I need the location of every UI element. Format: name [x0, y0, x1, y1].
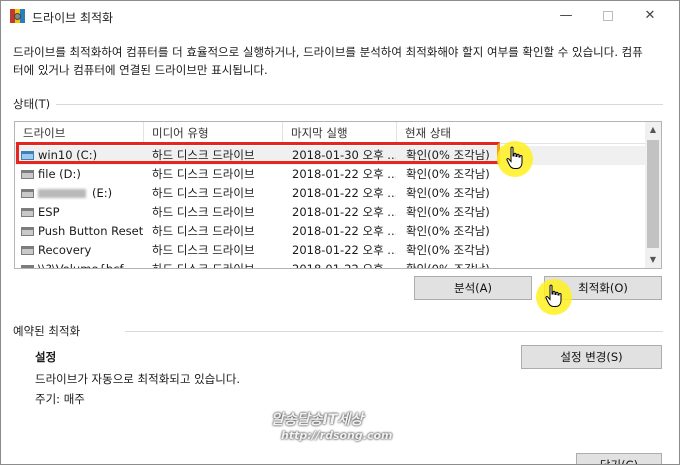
drive-media-type: 하드 디스크 드라이브 — [152, 224, 255, 238]
hand-pointer-icon — [536, 279, 572, 315]
drive-media-type: 하드 디스크 드라이브 — [152, 167, 255, 181]
drive-last-run: 2018-01-22 오후 ... — [292, 243, 396, 257]
divider — [125, 331, 663, 332]
drive-status: 확인(0% 조각남) — [406, 224, 490, 238]
drive-media-type: 하드 디스크 드라이브 — [152, 262, 255, 269]
divider — [56, 104, 663, 105]
watermark-title: 알송달송IT세상 — [271, 412, 364, 428]
drive-last-run: 2018-01-22 오후 ... — [292, 205, 396, 219]
maximize-button[interactable] — [593, 5, 623, 27]
title-bar: 드라이브 최적화 — ✕ — [1, 1, 679, 31]
drive-row[interactable]: (E:) 하드 디스크 드라이브 2018-01-22 오후 ... 확인(0%… — [15, 184, 645, 203]
watermark-url: http://rdsong.com — [281, 429, 393, 442]
settings-heading: 설정 — [35, 350, 57, 364]
vertical-scrollbar[interactable]: ▲ ▼ — [645, 122, 661, 268]
drive-status: 확인(0% 조각남) — [406, 205, 490, 219]
drive-status: 확인(0% 조각남) — [406, 243, 490, 257]
maximize-icon — [603, 10, 613, 21]
drive-last-run: 2018-01-22 오후 ... — [292, 167, 396, 181]
minimize-button[interactable]: — — [551, 5, 581, 27]
window-title: 드라이브 최적화 — [32, 11, 114, 25]
drive-row[interactable]: Push Button Reset 하드 디스크 드라이브 2018-01-22… — [15, 222, 645, 241]
drive-name: Push Button Reset — [38, 224, 144, 238]
hand-pointer-icon — [497, 141, 533, 177]
drive-status: 확인(0% 조각남) — [406, 167, 490, 181]
column-header-status[interactable]: 현재 상태 — [397, 122, 645, 144]
drive-media-type: 하드 디스크 드라이브 — [152, 243, 255, 257]
status-section-label: 상태(T) — [13, 97, 51, 111]
drive-list-header: 드라이브 미디어 유형 마지막 실행 현재 상태 — [15, 122, 645, 144]
drive-name-redacted: (E:) — [19, 184, 145, 203]
watermark: 알송달송IT세상 http://rdsong.com — [271, 409, 392, 442]
column-header-last-run[interactable]: 마지막 실행 — [283, 122, 397, 144]
selection-highlight-annotation — [16, 142, 500, 164]
drive-name: \\?\Volume{bcf... — [38, 262, 134, 269]
drive-row[interactable]: Recovery 하드 디스크 드라이브 2018-01-22 오후 ... 확… — [15, 241, 645, 260]
drive-media-type: 하드 디스크 드라이브 — [152, 186, 255, 200]
scroll-thumb[interactable] — [647, 140, 659, 248]
close-window-button[interactable]: ✕ — [635, 5, 665, 27]
drive-row[interactable]: \\?\Volume{bcf... 하드 디스크 드라이브 2018-01-22… — [15, 260, 645, 269]
scheduled-optimization-label: 예약된 최적화 — [13, 324, 81, 338]
column-header-media-type[interactable]: 미디어 유형 — [144, 122, 283, 144]
scroll-up-icon[interactable]: ▲ — [645, 122, 661, 138]
drive-name: ESP — [38, 205, 60, 219]
defrag-app-icon — [10, 9, 25, 23]
drive-optimizer-window: 드라이브 최적화 — ✕ 드라이브를 최적화하여 컴퓨터를 더 효율적으로 실행… — [0, 0, 680, 465]
drive-status: 확인(0% 조각남) — [406, 186, 490, 200]
drive-name: Recovery — [38, 243, 92, 257]
drive-media-type: 하드 디스크 드라이브 — [152, 205, 255, 219]
description-text: 드라이브를 최적화하여 컴퓨터를 더 효율적으로 실행하거나, 드라이브를 분석… — [13, 45, 643, 77]
drive-name: (E:) — [92, 186, 113, 200]
schedule-status-text: 드라이브가 자동으로 최적화되고 있습니다. — [35, 372, 241, 386]
drive-last-run: 2018-01-22 오후 ... — [292, 262, 396, 269]
drive-last-run: 2018-01-22 오후 ... — [292, 186, 396, 200]
drive-last-run: 2018-01-22 오후 ... — [292, 224, 396, 238]
schedule-frequency: 주기: 매주 — [35, 392, 85, 406]
drive-row[interactable]: ESP 하드 디스크 드라이브 2018-01-22 오후 ... 확인(0% … — [15, 203, 645, 222]
redacted-label — [38, 189, 86, 198]
drive-name: file (D:) — [38, 167, 81, 181]
drive-status: 확인(0% 조각남) — [406, 262, 490, 269]
close-button[interactable]: 닫기(C) — [576, 453, 662, 464]
scroll-down-icon[interactable]: ▼ — [645, 252, 661, 268]
drive-row[interactable]: file (D:) 하드 디스크 드라이브 2018-01-22 오후 ... … — [15, 165, 645, 184]
change-settings-button[interactable]: 설정 변경(S) — [521, 345, 662, 369]
column-header-drive[interactable]: 드라이브 — [15, 122, 144, 144]
analyze-button[interactable]: 분석(A) — [414, 276, 532, 300]
